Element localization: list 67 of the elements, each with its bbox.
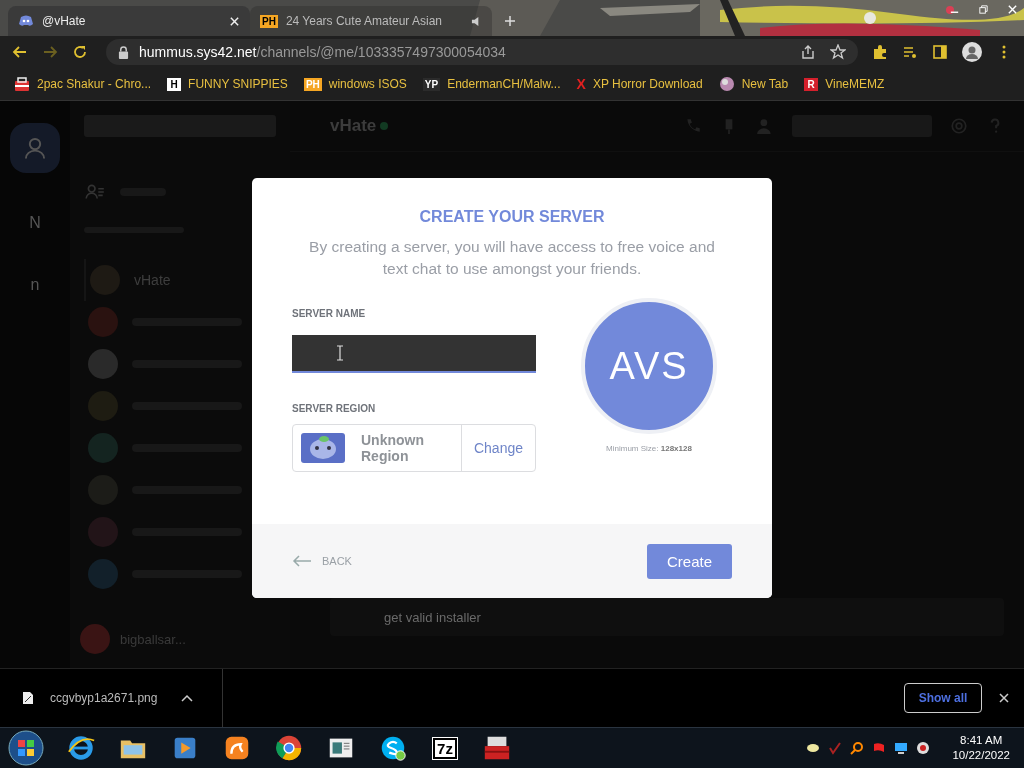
field-label: SERVER NAME — [292, 308, 367, 319]
game-controller-icon — [18, 13, 34, 29]
monitor-icon[interactable] — [894, 741, 909, 755]
left-arrow-icon — [292, 555, 312, 567]
file-icon — [22, 691, 34, 705]
site-mark: X — [576, 76, 586, 92]
browser-tab[interactable]: @vHate — [8, 6, 250, 36]
url-path: /channels/@me/1033357497300054034 — [256, 44, 506, 60]
profile-icon[interactable] — [962, 42, 982, 62]
bookmark[interactable]: H FUNNY SNIPPIES — [167, 77, 288, 91]
bag-icon — [14, 76, 30, 92]
address-bar[interactable]: hummus.sys42.net/channels/@me/1033357497300054034 — [106, 39, 858, 65]
site-badge: PH — [303, 77, 322, 91]
magnifier-icon[interactable] — [850, 741, 865, 755]
flag-icon[interactable] — [872, 741, 887, 755]
browser-e-icon[interactable] — [66, 733, 96, 763]
clock[interactable]: 8:41 AM 10/22/2022 — [952, 733, 1010, 763]
site-badge: R — [804, 77, 819, 91]
home-button[interactable] — [10, 123, 60, 173]
close-icon[interactable] — [998, 692, 1010, 704]
bookmark[interactable]: X XP Horror Download — [576, 76, 703, 92]
dialog-title: CREATE YOUR SERVER — [418, 208, 606, 226]
avatar — [80, 624, 110, 654]
server-name-field[interactable] — [292, 335, 536, 373]
bookmark[interactable]: R VineMEMZ — [804, 77, 885, 91]
avatar — [88, 307, 118, 337]
browser-tab[interactable]: PH 24 Years Cute Amateur Asian — [250, 6, 492, 36]
tray-icon[interactable] — [806, 741, 821, 755]
share-icon[interactable] — [800, 44, 816, 60]
tab-title: @vHate — [42, 14, 87, 28]
back-arrow-icon[interactable] — [12, 44, 28, 60]
avatar — [88, 559, 118, 589]
size-hint: Minimum Size: 128x128 — [606, 444, 692, 453]
change-button[interactable]: Change — [460, 425, 535, 471]
plus-icon[interactable] — [504, 15, 516, 27]
region-name: Unknown Region — [361, 432, 425, 464]
playlist-icon[interactable] — [902, 44, 918, 60]
bookmark[interactable]: YP EndermanCH/Malw... — [422, 77, 561, 91]
start-button[interactable] — [8, 730, 44, 766]
robot-face-icon — [301, 433, 345, 463]
restore-icon[interactable] — [978, 4, 989, 15]
field-label: SERVER REGION — [292, 403, 377, 414]
puzzle-icon[interactable] — [872, 44, 888, 60]
avatar — [88, 433, 118, 463]
url-host: hummus.sys42.net — [139, 44, 257, 60]
message-field[interactable]: get valid installer — [330, 598, 1004, 636]
sidebar-icon[interactable] — [932, 44, 948, 60]
reload-icon[interactable] — [72, 44, 88, 60]
chrome-icon[interactable] — [274, 733, 304, 763]
dialog-description: By creating a server, you will have access to free voice and text chat to use amongst your friends. — [308, 237, 716, 279]
person-icon — [22, 135, 48, 161]
bookmark[interactable]: 2pac Shakur - Chro... — [14, 76, 152, 92]
avatar — [88, 517, 118, 547]
show-all-button[interactable]: Show all — [904, 683, 982, 713]
status-dot — [380, 122, 389, 130]
star-icon[interactable] — [830, 44, 846, 60]
forward-arrow-icon[interactable] — [42, 44, 58, 60]
lock-icon — [118, 45, 129, 59]
text-cursor-icon — [336, 345, 344, 361]
bookmark[interactable]: New Tab — [718, 76, 789, 92]
site-badge: YP — [422, 77, 441, 91]
bookmark[interactable]: PH windows ISOS — [303, 77, 407, 91]
globe-icon — [718, 76, 735, 92]
avatar — [88, 349, 118, 379]
caret-icon — [181, 694, 194, 702]
site-badge: H — [167, 77, 182, 91]
tab-title: 24 Years Cute Amateur Asian — [285, 14, 443, 28]
